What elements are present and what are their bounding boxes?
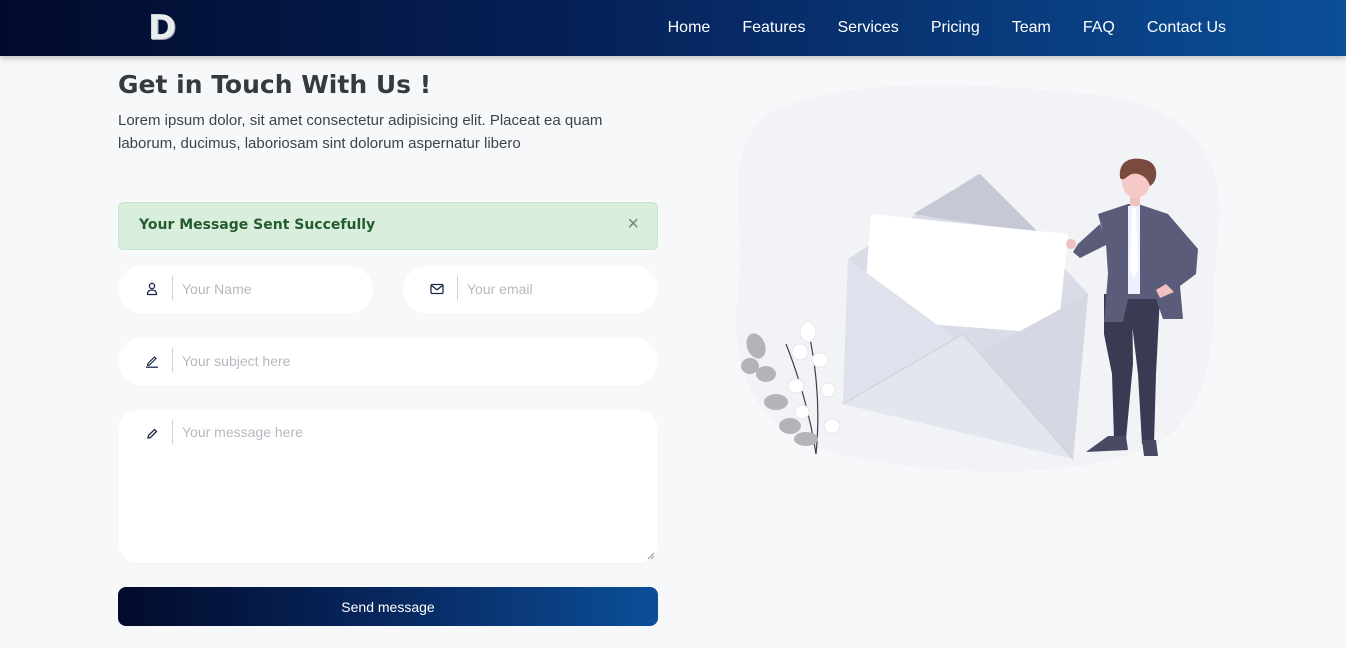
nav-item-pricing[interactable]: Pricing [915,19,996,37]
subject-field [118,338,658,386]
field-divider [457,276,458,300]
message-textarea[interactable] [182,422,642,553]
success-alert: Your Message Sent Succefully × [118,202,658,250]
alert-message: Your Message Sent Succefully [139,217,376,233]
resize-handle-icon[interactable] [647,552,655,560]
pencil-icon [144,424,160,442]
name-input[interactable] [182,278,357,300]
page-title: Get in Touch With Us ! [118,70,432,99]
envelope-icon [429,280,445,298]
email-input[interactable] [467,278,642,300]
subject-input[interactable] [182,350,642,372]
send-message-button[interactable]: Send message [118,587,658,626]
close-icon[interactable]: × [627,214,639,234]
name-field [118,266,373,314]
nav-item-home[interactable]: Home [652,19,727,37]
brand-logo[interactable]: D [148,8,176,48]
nav-links: Home Features Services Pricing Team FAQ … [652,0,1242,56]
field-divider [172,420,173,444]
email-field [403,266,658,314]
envelope-man-illustration [736,85,1220,472]
page-description: Lorem ipsum dolor, sit amet consectetur … [118,112,603,152]
nav-item-contact-us[interactable]: Contact Us [1131,19,1242,37]
nav-item-faq[interactable]: FAQ [1067,19,1131,37]
user-icon [144,280,160,298]
navbar: D Home Features Services Pricing Team FA… [0,0,1346,56]
nav-item-team[interactable]: Team [996,19,1067,37]
pencil-underline-icon [144,352,160,370]
field-divider [172,276,173,300]
message-field [118,410,658,563]
field-divider [172,348,173,372]
nav-item-services[interactable]: Services [821,19,914,37]
nav-item-features[interactable]: Features [726,19,821,37]
